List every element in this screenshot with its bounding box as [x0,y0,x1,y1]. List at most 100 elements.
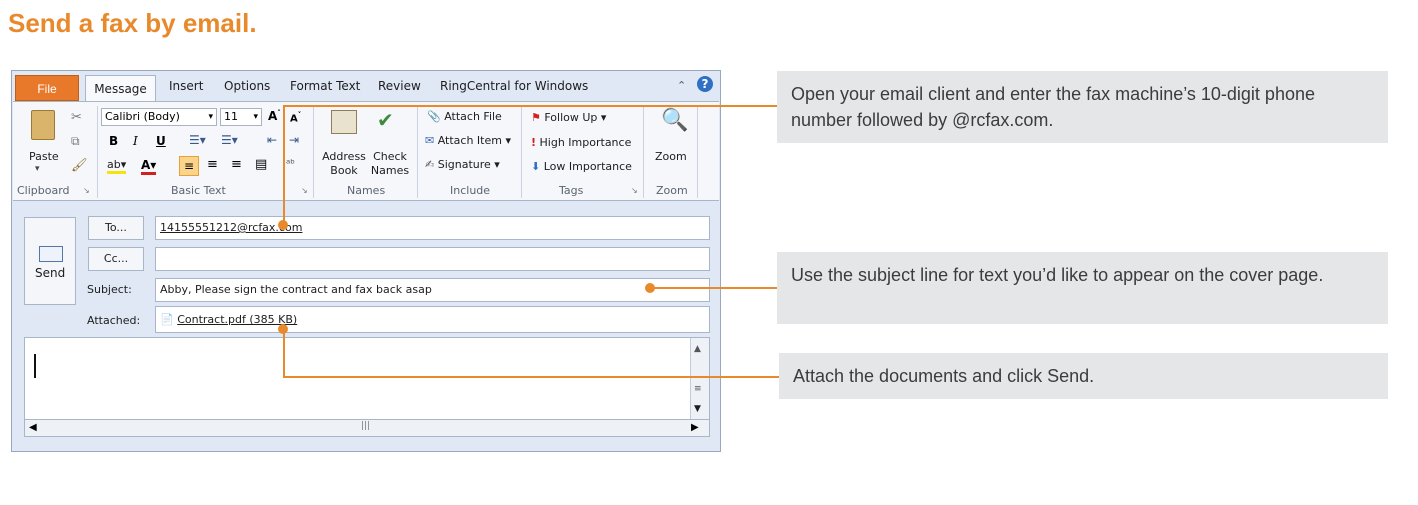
italic-icon[interactable]: I [133,134,138,148]
low-importance-label: Low Importance [543,160,632,173]
group-label-names: Names [347,184,386,197]
low-importance-button[interactable]: ⬇ Low Importance [531,160,632,173]
scroll-down-icon[interactable]: ▼ [694,404,701,414]
font-color-icon[interactable]: A▾ [141,158,157,175]
basic-text-launcher-icon[interactable]: ↘ [301,186,308,195]
callout-attach-send: Attach the documents and click Send. [779,353,1388,399]
check-names-label-1: Check [373,150,407,163]
scroll-left-icon[interactable]: ◀ [29,422,37,433]
text-cursor [34,354,36,378]
underline-icon[interactable]: U [156,134,166,148]
flag-icon: ⚑ [531,111,541,124]
send-label: Send [35,266,66,280]
tab-message[interactable]: Message [85,75,156,102]
connector-3-horizontal [283,376,779,378]
bold-icon[interactable]: B [109,134,118,148]
grow-font-icon[interactable]: A˄ [268,109,281,123]
group-label-include: Include [450,184,491,197]
send-button[interactable]: Send [24,217,76,305]
justify-icon[interactable]: ▤ [255,157,267,172]
align-right-icon[interactable]: ≡ [231,157,242,172]
address-book-icon [331,110,357,134]
connector-1-horizontal [284,105,778,107]
font-size-combo[interactable]: 11 ▾ [220,108,262,126]
callout-enter-number: Open your email client and enter the fax… [777,71,1388,143]
high-importance-label: High Importance [539,136,632,149]
high-importance-icon: ! [531,136,537,149]
tab-review[interactable]: Review [378,79,421,93]
cut-icon[interactable]: ✂ [71,110,82,125]
align-center-icon[interactable]: ≡ [207,157,218,172]
tags-launcher-icon[interactable]: ↘ [631,186,638,195]
horizontal-scrollbar[interactable]: ◀ ||| ▶ [24,419,710,437]
to-button[interactable]: To... [88,216,144,240]
bullets-icon[interactable]: ☰▾ [189,133,206,147]
low-importance-icon: ⬇ [531,160,541,173]
font-name-combo[interactable]: Calibri (Body) ▾ [101,108,217,126]
scroll-right-icon[interactable]: ▶ [691,422,699,433]
spelling-icon[interactable]: ᵃᵇ [286,157,295,170]
cc-button[interactable]: Cc... [88,247,144,271]
follow-up-label: Follow Up [544,111,598,124]
check-names-icon: ✔ [377,108,394,132]
scroll-thumb-icon[interactable]: ≡ [694,384,702,394]
clipboard-launcher-icon[interactable]: ↘ [83,186,90,195]
check-names-label-2: Names [370,164,410,177]
ribbon: Paste ▾ ✂ ⧉ 🖌 Clipboard ↘ Calibri (Body)… [13,101,719,201]
attach-item-label: Attach Item [437,134,502,147]
paste-button[interactable]: Paste [29,150,59,163]
address-book-button[interactable]: Address Book [322,150,366,178]
callout-subject-line: Use the subject line for text you’d like… [777,252,1388,324]
pdf-icon: 📄 [160,313,174,326]
scroll-h-thumb-icon[interactable]: ||| [361,421,370,431]
align-left-icon[interactable]: ≡ [179,156,199,176]
zoom-button[interactable]: Zoom [655,150,687,163]
group-label-basic-text: Basic Text [171,184,226,197]
attach-file-label: Attach File [444,110,502,123]
decrease-indent-icon[interactable]: ⇤ [267,133,277,147]
paste-icon [31,110,55,140]
attach-file-button[interactable]: 📎 Attach File [427,110,502,123]
scroll-up-icon[interactable]: ▲ [694,344,701,354]
address-book-label-2: Book [330,164,358,177]
attached-field: 📄 Contract.pdf (385 KB) [155,306,710,333]
group-label-clipboard: Clipboard [17,184,70,197]
tab-insert[interactable]: Insert [169,79,203,93]
cc-field[interactable] [155,247,710,271]
page-heading: Send a fax by email. [8,8,257,38]
paste-dropdown-icon[interactable]: ▾ [35,164,40,174]
minimize-ribbon-icon[interactable]: ⌃ [677,79,686,92]
group-label-zoom: Zoom [656,184,688,197]
check-names-button[interactable]: Check Names [369,150,411,178]
increase-indent-icon[interactable]: ⇥ [289,133,299,147]
connector-2-horizontal [650,287,778,289]
copy-icon[interactable]: ⧉ [71,134,80,149]
magnifier-icon: 🔍 [661,108,689,133]
connector-3-vertical [283,329,285,377]
high-importance-button[interactable]: ! High Importance [531,136,631,149]
follow-up-button[interactable]: ⚑ Follow Up ▾ [531,111,606,124]
subject-label: Subject: [87,283,132,296]
help-icon[interactable]: ? [697,76,713,92]
connector-1-dot [278,220,288,230]
numbering-icon[interactable]: ☰▾ [221,133,238,147]
subject-field[interactable]: Abby, Please sign the contract and fax b… [155,278,710,302]
highlight-icon[interactable]: ab▾ [107,158,127,174]
attach-item-button[interactable]: ✉ Attach Item ▾ [425,134,511,147]
signature-button[interactable]: ✍ Signature ▾ [425,158,500,171]
tab-options[interactable]: Options [224,79,270,93]
font-size-value: 11 [224,110,238,123]
tab-format-text[interactable]: Format Text [290,79,360,93]
signature-label: Signature [437,158,491,171]
attach-item-icon: ✉ [425,134,435,147]
signature-icon: ✍ [425,158,435,171]
connector-1-vertical [283,105,285,225]
send-icon [39,246,63,262]
shrink-font-icon[interactable]: A˅ [290,111,301,124]
format-painter-icon[interactable]: 🖌 [71,158,88,173]
to-field[interactable]: 14155551212@rcfax.com [155,216,710,240]
group-label-tags: Tags [559,184,584,197]
tab-file[interactable]: File [15,75,79,101]
address-book-label-1: Address [322,150,366,163]
tab-ringcentral[interactable]: RingCentral for Windows [440,79,588,93]
